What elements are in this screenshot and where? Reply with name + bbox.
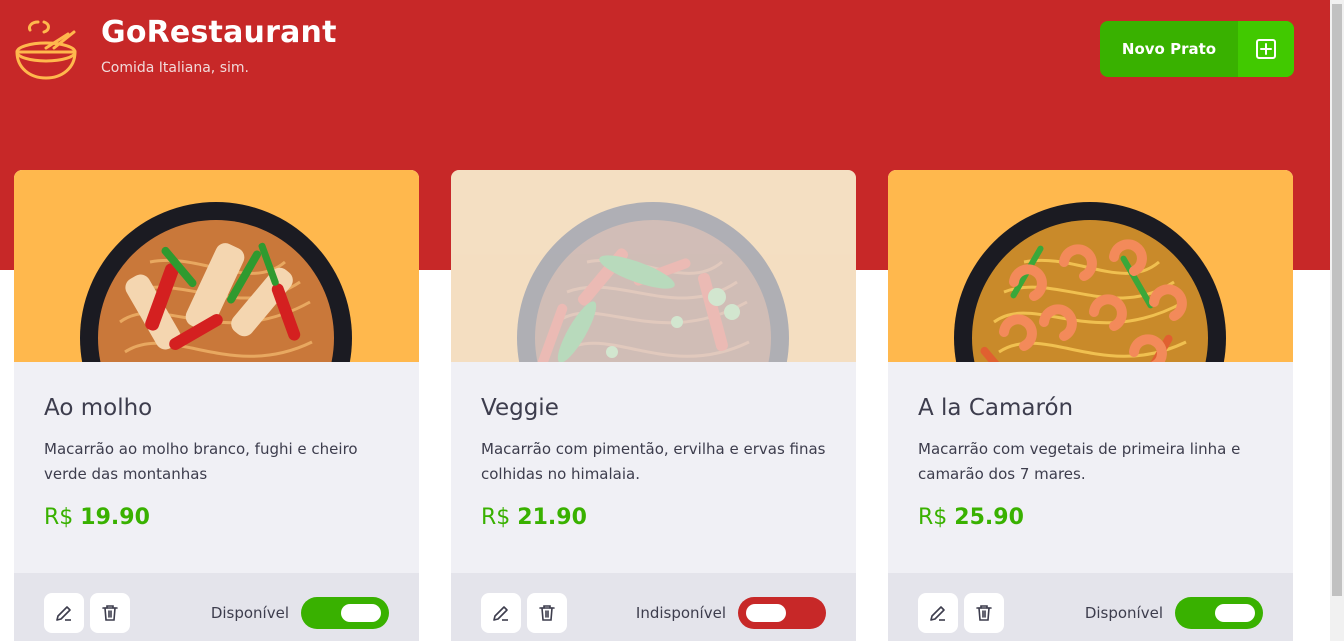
card-footer: Indisponível bbox=[451, 573, 856, 641]
price-value: 21.90 bbox=[517, 505, 587, 530]
dish-price: R$ 25.90 bbox=[918, 505, 1263, 530]
dish-description: Macarrão com vegetais de primeira linha … bbox=[918, 440, 1241, 483]
bowl-icon bbox=[15, 20, 77, 80]
edit-button[interactable] bbox=[481, 593, 521, 633]
dish-description: Macarrão ao molho branco, fughi e cheiro… bbox=[44, 440, 358, 483]
food-card: A la Camarón Macarrão com vegetais de pr… bbox=[888, 170, 1293, 641]
new-dish-label: Novo Prato bbox=[1121, 40, 1217, 58]
availability-toggle[interactable] bbox=[1175, 597, 1263, 629]
dish-name: Ao molho bbox=[44, 395, 153, 421]
delete-button[interactable] bbox=[90, 593, 130, 633]
availability-toggle[interactable] bbox=[301, 597, 389, 629]
toggle-knob bbox=[746, 604, 786, 622]
app-subtitle: Comida Italiana, sim. bbox=[101, 60, 249, 76]
food-image bbox=[451, 170, 856, 362]
trash-icon bbox=[102, 605, 118, 621]
food-image bbox=[14, 170, 419, 362]
dish-name: A la Camarón bbox=[918, 395, 1074, 421]
price-value: 25.90 bbox=[954, 505, 1024, 530]
card-footer: Disponível bbox=[14, 573, 419, 641]
card-footer: Disponível bbox=[888, 573, 1293, 641]
edit-button[interactable] bbox=[918, 593, 958, 633]
availability-toggle[interactable] bbox=[738, 597, 826, 629]
delete-button[interactable] bbox=[964, 593, 1004, 633]
currency-symbol: R$ bbox=[481, 505, 511, 530]
availability-label: Disponível bbox=[210, 604, 289, 622]
delete-button[interactable] bbox=[527, 593, 567, 633]
currency-symbol: R$ bbox=[44, 505, 74, 530]
edit-button[interactable] bbox=[44, 593, 84, 633]
food-card: Ao molho Macarrão ao molho branco, fughi… bbox=[14, 170, 419, 641]
vertical-scrollbar[interactable] bbox=[1330, 0, 1344, 641]
dish-price: R$ 19.90 bbox=[44, 505, 389, 530]
pencil-icon bbox=[493, 606, 508, 621]
new-dish-button[interactable]: Novo Prato bbox=[1100, 21, 1294, 77]
currency-symbol: R$ bbox=[918, 505, 948, 530]
food-card: Veggie Macarrão com pimentão, ervilha e … bbox=[451, 170, 856, 641]
toggle-knob bbox=[341, 604, 381, 622]
price-value: 19.90 bbox=[80, 505, 150, 530]
dish-name: Veggie bbox=[481, 395, 559, 421]
scrollbar-thumb[interactable] bbox=[1332, 4, 1342, 596]
food-image bbox=[888, 170, 1293, 362]
toggle-knob bbox=[1215, 604, 1255, 622]
trash-icon bbox=[539, 605, 555, 621]
availability-label: Disponível bbox=[1084, 604, 1163, 622]
app-title: GoRestaurant bbox=[101, 15, 337, 50]
plus-square-icon bbox=[1238, 21, 1294, 77]
dish-price: R$ 21.90 bbox=[481, 505, 826, 530]
dish-description: Macarrão com pimentão, ervilha e ervas f… bbox=[481, 440, 826, 483]
pencil-icon bbox=[56, 606, 71, 621]
pencil-icon bbox=[930, 606, 945, 621]
trash-icon bbox=[976, 605, 992, 621]
availability-label: Indisponível bbox=[635, 604, 726, 622]
